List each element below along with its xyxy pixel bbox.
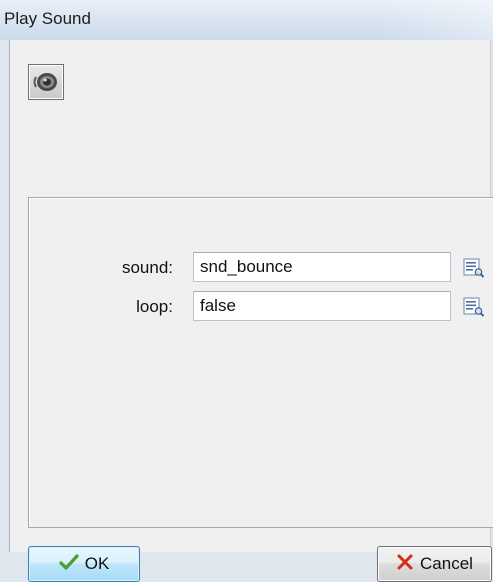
loop-input[interactable]: [193, 291, 451, 321]
play-sound-dialog: Play Sound sound: snd_bounce loop: false…: [0, 0, 493, 582]
title-bar[interactable]: Play Sound: [0, 0, 493, 40]
sound-label: sound:: [121, 258, 173, 277]
window-title: Play Sound: [4, 9, 91, 28]
list-search-icon[interactable]: [463, 296, 485, 318]
speaker-icon: [28, 64, 64, 100]
close-icon: [396, 553, 414, 576]
checkmark-icon: [59, 553, 79, 576]
dialog-body: sound: loop:: [9, 40, 493, 582]
ok-label: OK: [84, 554, 110, 573]
cancel-button[interactable]: Cancel: [377, 546, 492, 582]
ok-button[interactable]: OK: [28, 546, 140, 582]
loop-label: loop:: [136, 297, 173, 316]
sound-input[interactable]: [193, 252, 451, 282]
list-search-icon[interactable]: [463, 257, 485, 279]
cancel-label: Cancel: [420, 554, 473, 573]
parameters-panel: sound: loop:: [28, 197, 493, 528]
